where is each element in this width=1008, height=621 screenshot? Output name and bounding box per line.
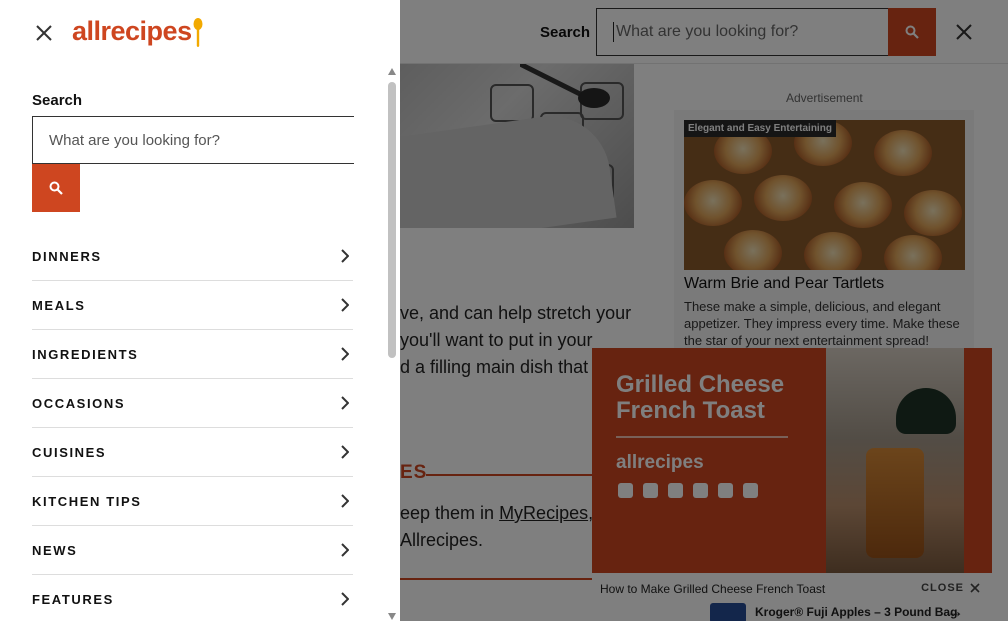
drawer-search-button[interactable] — [32, 164, 80, 212]
chevron-right-icon — [341, 445, 349, 459]
nav-item-features[interactable]: FEATURES — [32, 575, 353, 621]
scroll-up-arrow[interactable] — [388, 68, 396, 75]
drawer-scrollbar[interactable] — [386, 68, 398, 621]
allrecipes-logo[interactable]: allrecipes — [72, 16, 203, 50]
close-icon — [36, 25, 52, 41]
nav-item-news[interactable]: NEWS — [32, 526, 353, 575]
navigation-drawer: allrecipes Search What are you looking f… — [0, 0, 400, 621]
nav-item-label: DINNERS — [32, 248, 102, 264]
chevron-right-icon — [341, 396, 349, 410]
chevron-right-icon — [341, 249, 349, 263]
nav-item-label: MEALS — [32, 297, 86, 313]
nav-item-label: KITCHEN TIPS — [32, 493, 142, 509]
nav-item-label: FEATURES — [32, 591, 114, 607]
nav-item-label: INGREDIENTS — [32, 346, 139, 362]
nav-item-cuisines[interactable]: CUISINES — [32, 428, 353, 477]
nav-item-dinners[interactable]: DINNERS — [32, 232, 353, 281]
scroll-down-arrow[interactable] — [388, 613, 396, 620]
nav-item-meals[interactable]: MEALS — [32, 281, 353, 330]
chevron-right-icon — [341, 592, 349, 606]
nav-item-occasions[interactable]: OCCASIONS — [32, 379, 353, 428]
spoon-icon — [193, 18, 203, 47]
nav-item-label: OCCASIONS — [32, 395, 126, 411]
nav-item-label: NEWS — [32, 542, 78, 558]
drawer-close-button[interactable] — [32, 21, 56, 45]
nav-item-ingredients[interactable]: INGREDIENTS — [32, 330, 353, 379]
chevron-right-icon — [341, 543, 349, 557]
nav-item-label: CUISINES — [32, 444, 107, 460]
chevron-right-icon — [341, 298, 349, 312]
drawer-nav-list: DINNERS MEALS INGREDIENTS OCCASIONS CUIS… — [32, 232, 353, 621]
logo-text: allrecipes — [72, 16, 192, 46]
drawer-search-label: Search — [32, 92, 83, 109]
search-icon — [49, 181, 63, 195]
chevron-right-icon — [341, 347, 349, 361]
drawer-search-input[interactable]: What are you looking for? — [32, 116, 354, 164]
nav-item-kitchen-tips[interactable]: KITCHEN TIPS — [32, 477, 353, 526]
drawer-search-placeholder: What are you looking for? — [49, 131, 220, 149]
scrollbar-thumb[interactable] — [388, 82, 396, 358]
chevron-right-icon — [341, 494, 349, 508]
